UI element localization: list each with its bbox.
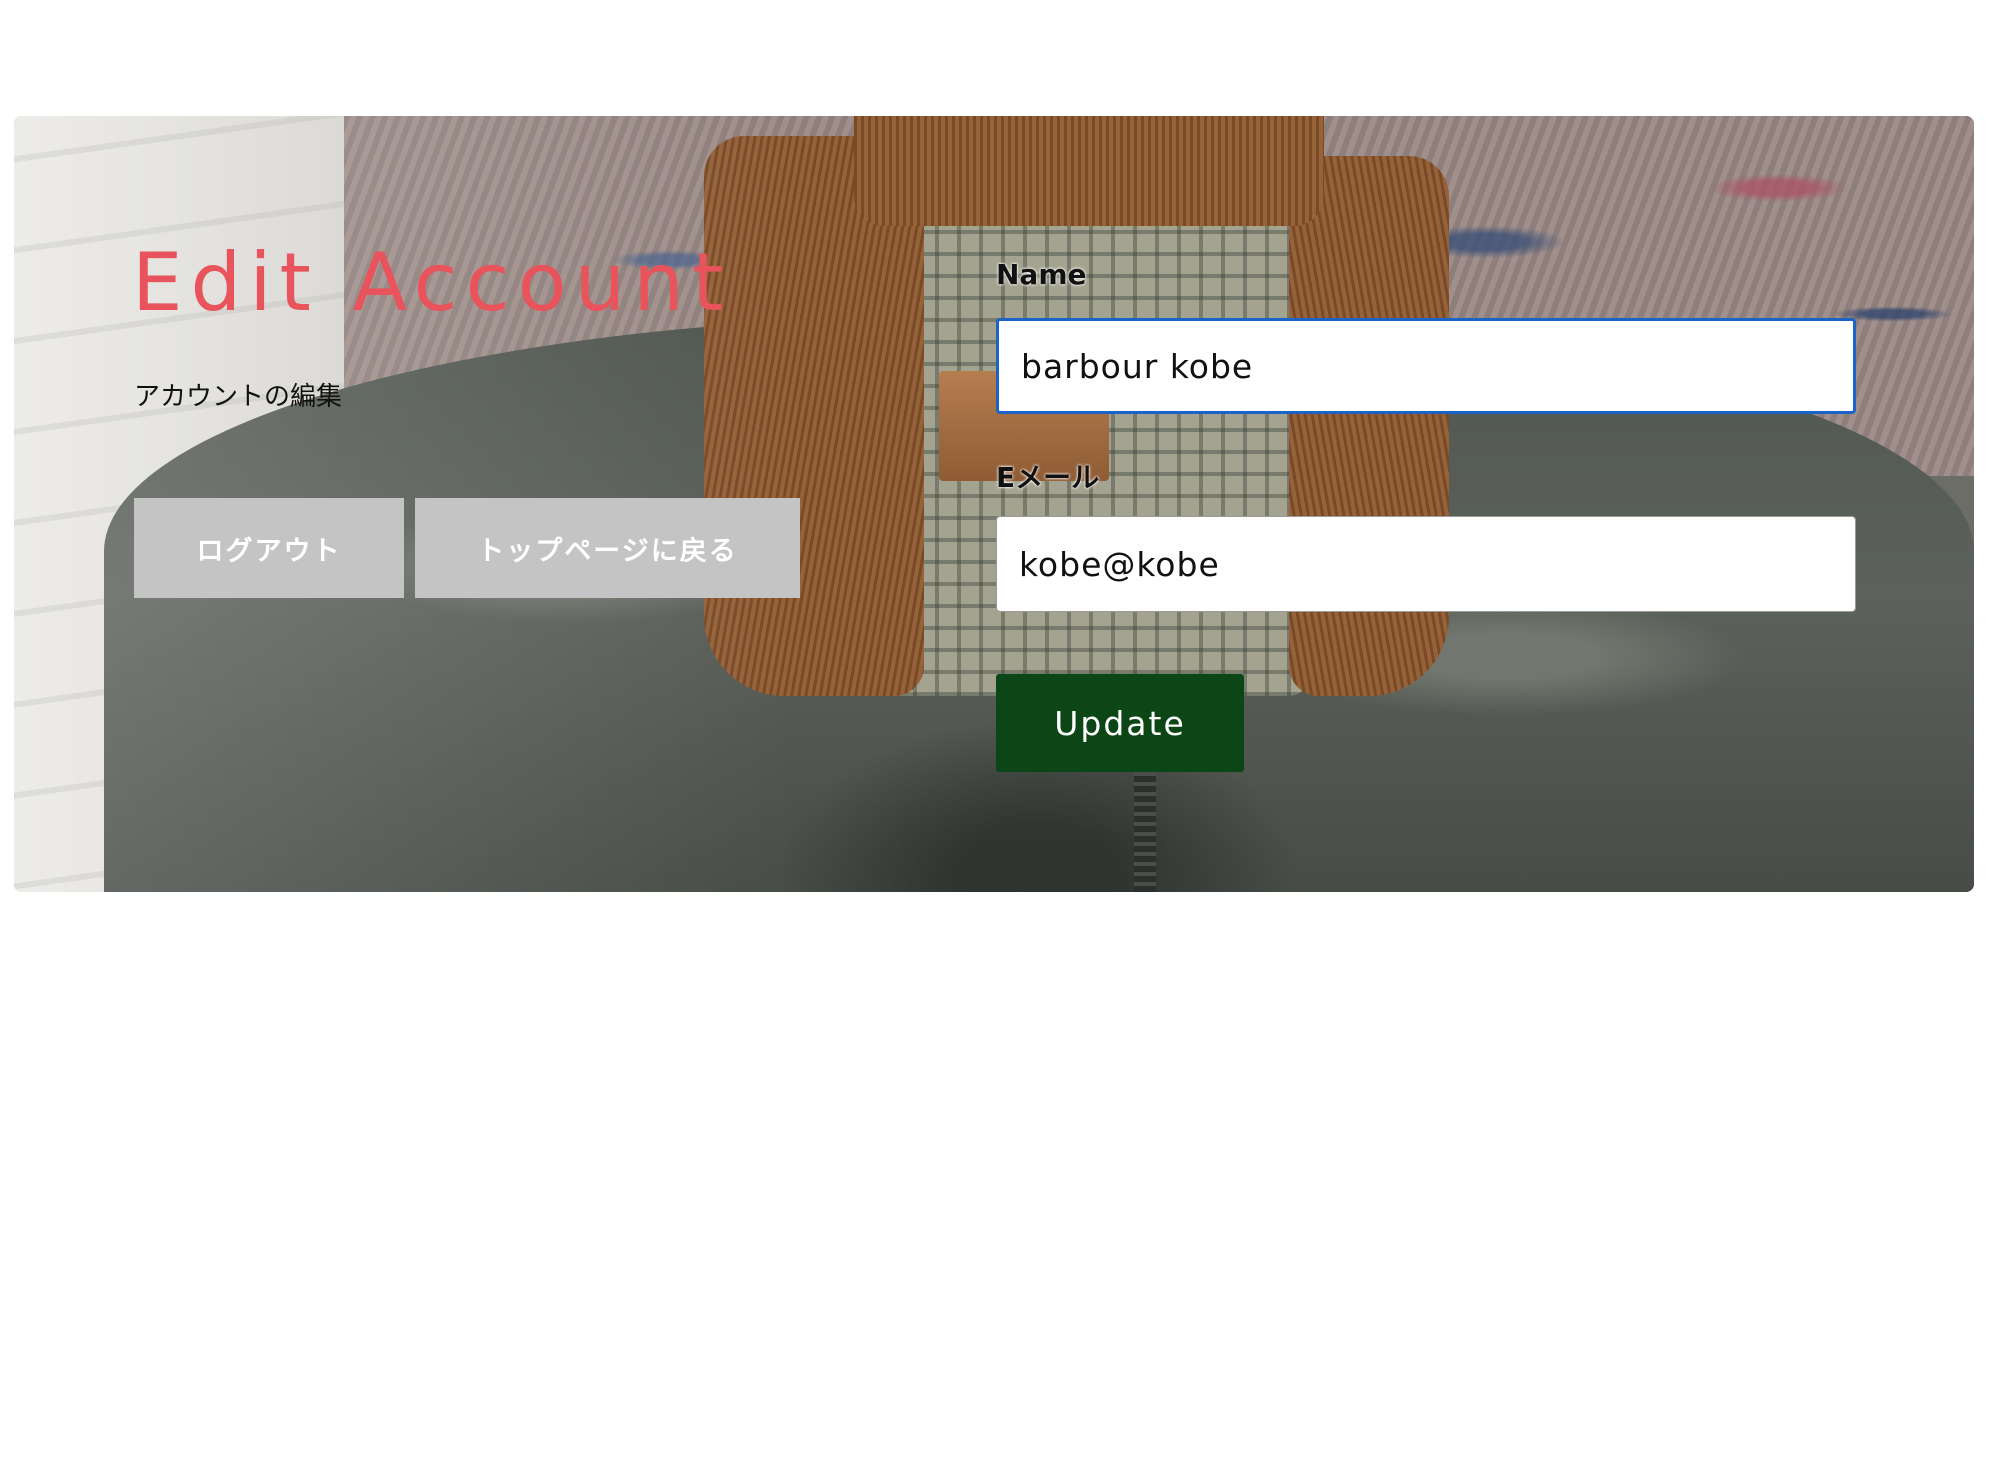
update-button[interactable]: Update xyxy=(996,674,1244,772)
email-label: Eメール xyxy=(996,461,1100,494)
page-title: Edit Account xyxy=(132,236,732,329)
back-to-top-button[interactable]: トップページに戻る xyxy=(415,498,800,598)
page-subtitle: アカウントの編集 xyxy=(134,382,343,412)
logout-button[interactable]: ログアウト xyxy=(134,498,404,598)
name-field[interactable] xyxy=(996,318,1856,414)
name-label: Name xyxy=(996,258,1087,291)
email-field[interactable] xyxy=(996,516,1856,612)
